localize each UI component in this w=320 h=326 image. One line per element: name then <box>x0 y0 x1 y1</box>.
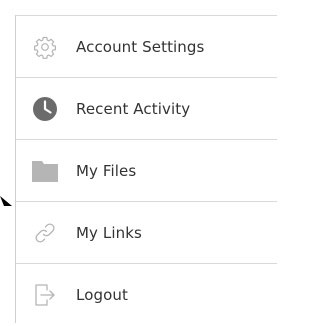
menu-item-label: Account Settings <box>76 37 205 56</box>
menu-list: Account Settings Recent Activity My File… <box>16 16 277 326</box>
menu-item-account-settings[interactable]: Account Settings <box>16 16 277 78</box>
menu-item-label: Recent Activity <box>76 99 191 118</box>
menu-item-logout[interactable]: Logout <box>16 264 277 326</box>
folder-icon <box>32 158 58 184</box>
menu-item-my-files[interactable]: My Files <box>16 140 277 202</box>
menu-item-my-links[interactable]: My Links <box>16 202 277 264</box>
gear-icon <box>32 34 58 60</box>
link-icon <box>32 220 58 246</box>
screen: Account Settings Recent Activity My File… <box>0 0 277 323</box>
menu-item-label: My Files <box>76 161 137 180</box>
logout-icon <box>32 282 58 308</box>
clock-icon <box>32 96 58 122</box>
pointer-arrow-icon <box>0 196 12 206</box>
account-menu: Account Settings Recent Activity My File… <box>15 15 277 323</box>
menu-item-recent-activity[interactable]: Recent Activity <box>16 78 277 140</box>
menu-item-label: My Links <box>76 223 142 242</box>
menu-item-label: Logout <box>76 286 128 304</box>
